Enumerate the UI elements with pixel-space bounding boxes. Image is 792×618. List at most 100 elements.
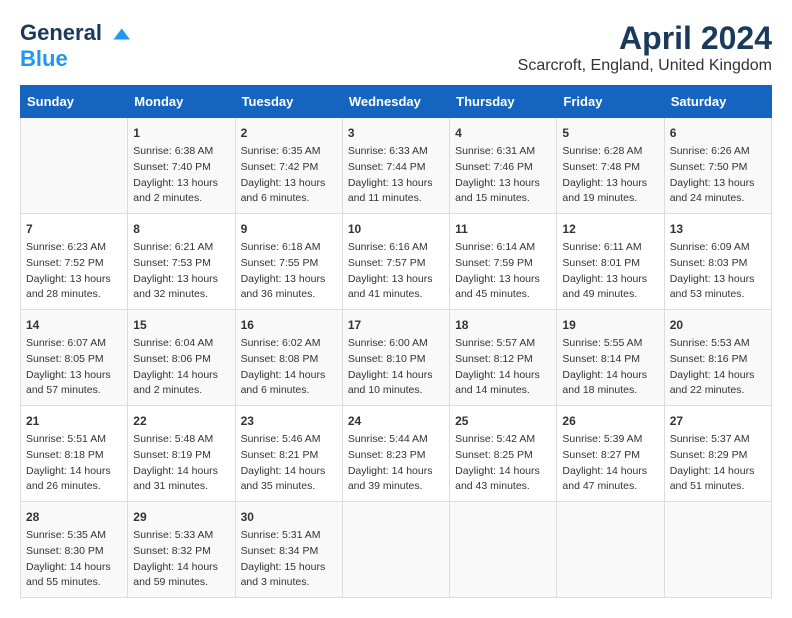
day-info-line: Sunset: 7:53 PM [133, 256, 229, 272]
calendar-cell: 10Sunrise: 6:16 AMSunset: 7:57 PMDayligh… [342, 214, 449, 310]
calendar-cell [450, 502, 557, 598]
day-number: 8 [133, 220, 229, 238]
day-info-line: Sunset: 8:27 PM [562, 448, 658, 464]
day-info-line: and 15 minutes. [455, 191, 551, 207]
month-title: April 2024 [518, 20, 772, 57]
day-info-line: Sunrise: 5:44 AM [348, 432, 444, 448]
calendar-cell: 13Sunrise: 6:09 AMSunset: 8:03 PMDayligh… [664, 214, 771, 310]
calendar-cell [664, 502, 771, 598]
day-number: 21 [26, 412, 122, 430]
day-info-line: and 45 minutes. [455, 287, 551, 303]
day-info-line: Sunset: 8:14 PM [562, 352, 658, 368]
day-info-line: Sunrise: 5:37 AM [670, 432, 766, 448]
day-info-line: and 47 minutes. [562, 479, 658, 495]
day-info-line: and 10 minutes. [348, 383, 444, 399]
day-number: 24 [348, 412, 444, 430]
day-number: 15 [133, 316, 229, 334]
day-info-line: Sunrise: 6:38 AM [133, 144, 229, 160]
day-info-line: Daylight: 13 hours [348, 176, 444, 192]
calendar-week-row: 28Sunrise: 5:35 AMSunset: 8:30 PMDayligh… [21, 502, 772, 598]
day-info-line: and 18 minutes. [562, 383, 658, 399]
day-info-line: and 22 minutes. [670, 383, 766, 399]
day-number: 20 [670, 316, 766, 334]
day-info-line: Sunset: 7:50 PM [670, 160, 766, 176]
calendar-cell: 30Sunrise: 5:31 AMSunset: 8:34 PMDayligh… [235, 502, 342, 598]
day-info-line: Daylight: 13 hours [26, 368, 122, 384]
day-info-line: Daylight: 14 hours [241, 464, 337, 480]
day-info-line: Sunrise: 6:04 AM [133, 336, 229, 352]
calendar-header-row: SundayMondayTuesdayWednesdayThursdayFrid… [21, 86, 772, 118]
day-info-line: Sunset: 8:32 PM [133, 544, 229, 560]
day-info-line: Sunrise: 6:00 AM [348, 336, 444, 352]
calendar-cell: 21Sunrise: 5:51 AMSunset: 8:18 PMDayligh… [21, 406, 128, 502]
day-number: 14 [26, 316, 122, 334]
calendar-cell: 28Sunrise: 5:35 AMSunset: 8:30 PMDayligh… [21, 502, 128, 598]
calendar-cell: 16Sunrise: 6:02 AMSunset: 8:08 PMDayligh… [235, 310, 342, 406]
day-info-line: Sunset: 8:25 PM [455, 448, 551, 464]
day-info-line: Sunset: 8:08 PM [241, 352, 337, 368]
day-info-line: Sunrise: 5:35 AM [26, 528, 122, 544]
calendar-cell: 23Sunrise: 5:46 AMSunset: 8:21 PMDayligh… [235, 406, 342, 502]
day-info-line: and 49 minutes. [562, 287, 658, 303]
day-info-line: Sunrise: 5:39 AM [562, 432, 658, 448]
day-number: 7 [26, 220, 122, 238]
calendar-cell [21, 118, 128, 214]
day-info-line: Sunrise: 6:23 AM [26, 240, 122, 256]
day-info-line: and 36 minutes. [241, 287, 337, 303]
day-number: 9 [241, 220, 337, 238]
day-info-line: Sunset: 8:10 PM [348, 352, 444, 368]
day-info-line: and 35 minutes. [241, 479, 337, 495]
day-info-line: and 51 minutes. [670, 479, 766, 495]
day-info-line: Sunrise: 5:33 AM [133, 528, 229, 544]
day-info-line: Sunrise: 6:18 AM [241, 240, 337, 256]
col-header-wednesday: Wednesday [342, 86, 449, 118]
day-info-line: Daylight: 15 hours [241, 560, 337, 576]
col-header-tuesday: Tuesday [235, 86, 342, 118]
day-info-line: Sunrise: 5:57 AM [455, 336, 551, 352]
day-info-line: Sunset: 7:52 PM [26, 256, 122, 272]
day-info-line: Sunrise: 6:16 AM [348, 240, 444, 256]
day-info-line: Sunrise: 6:28 AM [562, 144, 658, 160]
day-info-line: and 53 minutes. [670, 287, 766, 303]
day-info-line: Sunset: 7:42 PM [241, 160, 337, 176]
calendar-cell [557, 502, 664, 598]
day-info-line: Daylight: 13 hours [241, 176, 337, 192]
day-number: 19 [562, 316, 658, 334]
day-info-line: Sunset: 7:55 PM [241, 256, 337, 272]
day-info-line: and 59 minutes. [133, 575, 229, 591]
day-info-line: and 39 minutes. [348, 479, 444, 495]
day-info-line: Sunset: 8:18 PM [26, 448, 122, 464]
day-info-line: and 28 minutes. [26, 287, 122, 303]
calendar-cell: 11Sunrise: 6:14 AMSunset: 7:59 PMDayligh… [450, 214, 557, 310]
calendar-week-row: 7Sunrise: 6:23 AMSunset: 7:52 PMDaylight… [21, 214, 772, 310]
day-info-line: Sunset: 7:46 PM [455, 160, 551, 176]
day-info-line: Sunrise: 5:42 AM [455, 432, 551, 448]
day-number: 5 [562, 124, 658, 142]
day-info-line: Daylight: 14 hours [26, 464, 122, 480]
calendar-cell: 18Sunrise: 5:57 AMSunset: 8:12 PMDayligh… [450, 310, 557, 406]
calendar-cell: 24Sunrise: 5:44 AMSunset: 8:23 PMDayligh… [342, 406, 449, 502]
day-info-line: Sunset: 8:16 PM [670, 352, 766, 368]
day-info-line: and 26 minutes. [26, 479, 122, 495]
day-info-line: Sunset: 8:34 PM [241, 544, 337, 560]
day-number: 1 [133, 124, 229, 142]
day-number: 16 [241, 316, 337, 334]
day-info-line: and 14 minutes. [455, 383, 551, 399]
day-info-line: Daylight: 13 hours [455, 176, 551, 192]
day-info-line: Daylight: 14 hours [133, 368, 229, 384]
day-info-line: Daylight: 14 hours [241, 368, 337, 384]
day-info-line: Daylight: 13 hours [670, 176, 766, 192]
day-info-line: and 2 minutes. [133, 383, 229, 399]
calendar-cell: 2Sunrise: 6:35 AMSunset: 7:42 PMDaylight… [235, 118, 342, 214]
day-number: 4 [455, 124, 551, 142]
calendar-cell: 25Sunrise: 5:42 AMSunset: 8:25 PMDayligh… [450, 406, 557, 502]
calendar-cell: 4Sunrise: 6:31 AMSunset: 7:46 PMDaylight… [450, 118, 557, 214]
day-number: 28 [26, 508, 122, 526]
day-info-line: Sunrise: 6:35 AM [241, 144, 337, 160]
calendar-week-row: 1Sunrise: 6:38 AMSunset: 7:40 PMDaylight… [21, 118, 772, 214]
day-info-line: and 55 minutes. [26, 575, 122, 591]
day-info-line: Sunrise: 5:31 AM [241, 528, 337, 544]
day-number: 10 [348, 220, 444, 238]
day-info-line: and 3 minutes. [241, 575, 337, 591]
day-info-line: Sunrise: 5:46 AM [241, 432, 337, 448]
